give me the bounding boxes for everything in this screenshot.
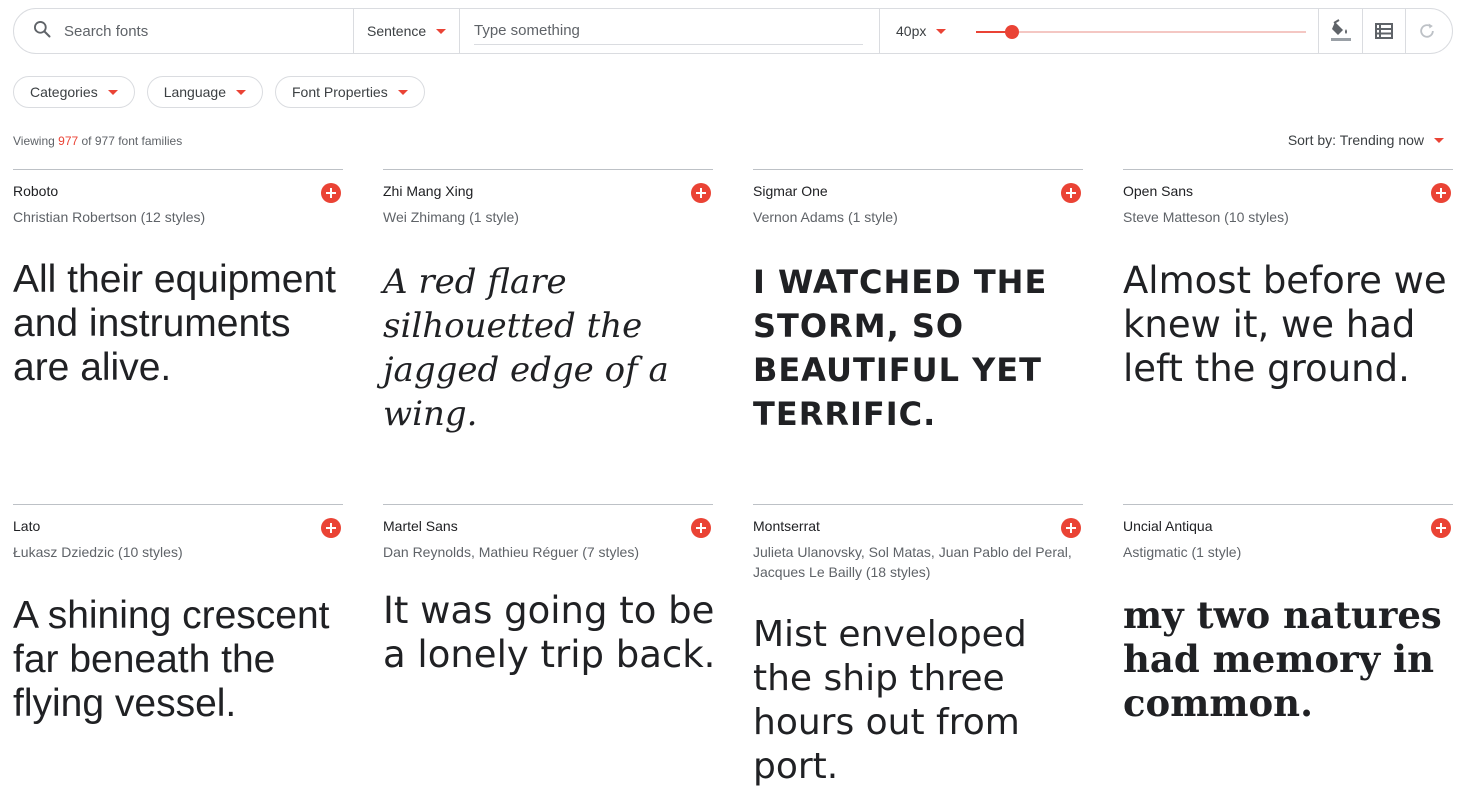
font-sample: A red flare silhouetted the jagged edge … (383, 262, 669, 434)
font-size-label: 40px (896, 23, 927, 39)
dropdown-arrow-icon (936, 28, 947, 34)
font-author: Vernon Adams (1 style) (753, 209, 898, 225)
add-font-icon[interactable] (1431, 183, 1451, 203)
font-sample: My two natures had memory in common. (1123, 593, 1442, 725)
font-card[interactable]: Open Sans Steve Matteson (10 styles) Alm… (1123, 169, 1453, 489)
filter-chips: Categories Language Font Properties (13, 76, 425, 108)
list-view-icon[interactable] (1362, 9, 1405, 53)
dropdown-arrow-icon (236, 89, 246, 95)
filter-label: Font Properties (292, 84, 388, 100)
font-name: Montserrat (753, 518, 820, 534)
search-icon (32, 19, 52, 44)
toolbar: Search fonts Sentence Type something 40p… (13, 8, 1453, 54)
search-placeholder: Search fonts (64, 22, 149, 40)
dropdown-arrow-icon (1434, 137, 1444, 143)
font-name: Roboto (13, 183, 59, 199)
font-size-slider[interactable] (976, 9, 1306, 53)
font-author: Christian Robertson (12 styles) (13, 209, 206, 225)
font-sample: Mist enveloped the ship three hours out … (753, 614, 1027, 787)
dropdown-arrow-icon (397, 89, 408, 95)
font-size-dropdown[interactable]: 40px (880, 9, 976, 53)
filter-categories[interactable]: Categories (13, 76, 135, 108)
sort-dropdown[interactable]: Sort by: Trending now (1288, 132, 1444, 148)
results-shown: 977 (58, 134, 79, 148)
add-font-icon[interactable] (1431, 518, 1451, 538)
dropdown-arrow-icon (107, 89, 118, 95)
refresh-icon[interactable] (1405, 9, 1448, 53)
font-name: Open Sans (1123, 183, 1194, 199)
preview-mode-label: Sentence (367, 23, 427, 39)
add-font-icon[interactable] (1061, 183, 1081, 203)
results-count: Viewing 977 of 977 font families (13, 134, 182, 148)
font-sample: All their equipment and instruments are … (13, 258, 337, 389)
font-name: Zhi Mang Xing (383, 183, 474, 199)
font-author: Wei Zhimang (1 style) (383, 209, 519, 225)
font-author: Łukasz Dziedzic (10 styles) (13, 544, 183, 560)
font-sample: A shining crescent far beneath the flyin… (13, 594, 330, 725)
add-font-icon[interactable] (691, 518, 711, 538)
results-prefix: Viewing (13, 134, 59, 148)
add-font-icon[interactable] (691, 183, 711, 203)
filter-language[interactable]: Language (146, 76, 263, 108)
dropdown-arrow-icon (436, 28, 447, 34)
font-author: Steve Matteson (10 styles) (1123, 209, 1289, 225)
font-card[interactable]: Lato Łukasz Dziedzic (10 styles) A shini… (13, 504, 343, 799)
font-name: Uncial Antiqua (1123, 518, 1213, 534)
add-font-icon[interactable] (1061, 518, 1081, 538)
font-card[interactable]: Sigmar One Vernon Adams (1 style) I watc… (753, 169, 1083, 489)
sort-label: Sort by: Trending now (1287, 132, 1424, 148)
font-author: Astigmatic (1 style) (1123, 544, 1242, 560)
font-author: Dan Reynolds, Mathieu Réguer (7 styles) (383, 544, 640, 560)
font-card[interactable]: Martel Sans Dan Reynolds, Mathieu Réguer… (383, 504, 715, 799)
search-input[interactable]: Search fonts (14, 9, 354, 53)
font-author: Julieta Ulanovsky, Sol Matas, Juan Pablo… (753, 544, 1072, 580)
font-card[interactable]: Roboto Christian Robertson (12 styles) A… (13, 169, 343, 489)
add-font-icon[interactable] (321, 183, 341, 203)
font-card[interactable]: Uncial Antiqua Astigmatic (1 style) My t… (1123, 504, 1453, 799)
preview-text-input[interactable]: Type something (460, 9, 880, 53)
font-card[interactable]: Zhi Mang Xing Wei Zhimang (1 style) A re… (383, 169, 713, 489)
slider-thumb[interactable] (1005, 25, 1020, 39)
font-sample: I watched the storm, so beautiful yet te… (753, 263, 1048, 433)
font-name: Sigmar One (753, 183, 828, 199)
font-name: Lato (13, 518, 41, 534)
font-card[interactable]: Montserrat Julieta Ulanovsky, Sol Matas,… (753, 504, 1083, 799)
slider-track (976, 31, 1306, 33)
font-sample: It was going to be a lonely trip back. (383, 589, 716, 676)
toolbar-actions (1318, 9, 1448, 53)
preview-text-placeholder: Type something (474, 18, 863, 45)
font-sample: Almost before we knew it, we had left th… (1123, 259, 1447, 390)
preview-mode-dropdown[interactable]: Sentence (354, 9, 460, 53)
filter-font-properties[interactable]: Font Properties (275, 76, 425, 108)
font-name: Martel Sans (383, 518, 458, 534)
filter-label: Language (163, 84, 226, 100)
results-suffix: of 977 font families (78, 134, 183, 148)
add-font-icon[interactable] (321, 518, 341, 538)
paint-bucket-icon[interactable] (1319, 9, 1362, 53)
filter-label: Categories (30, 84, 98, 100)
